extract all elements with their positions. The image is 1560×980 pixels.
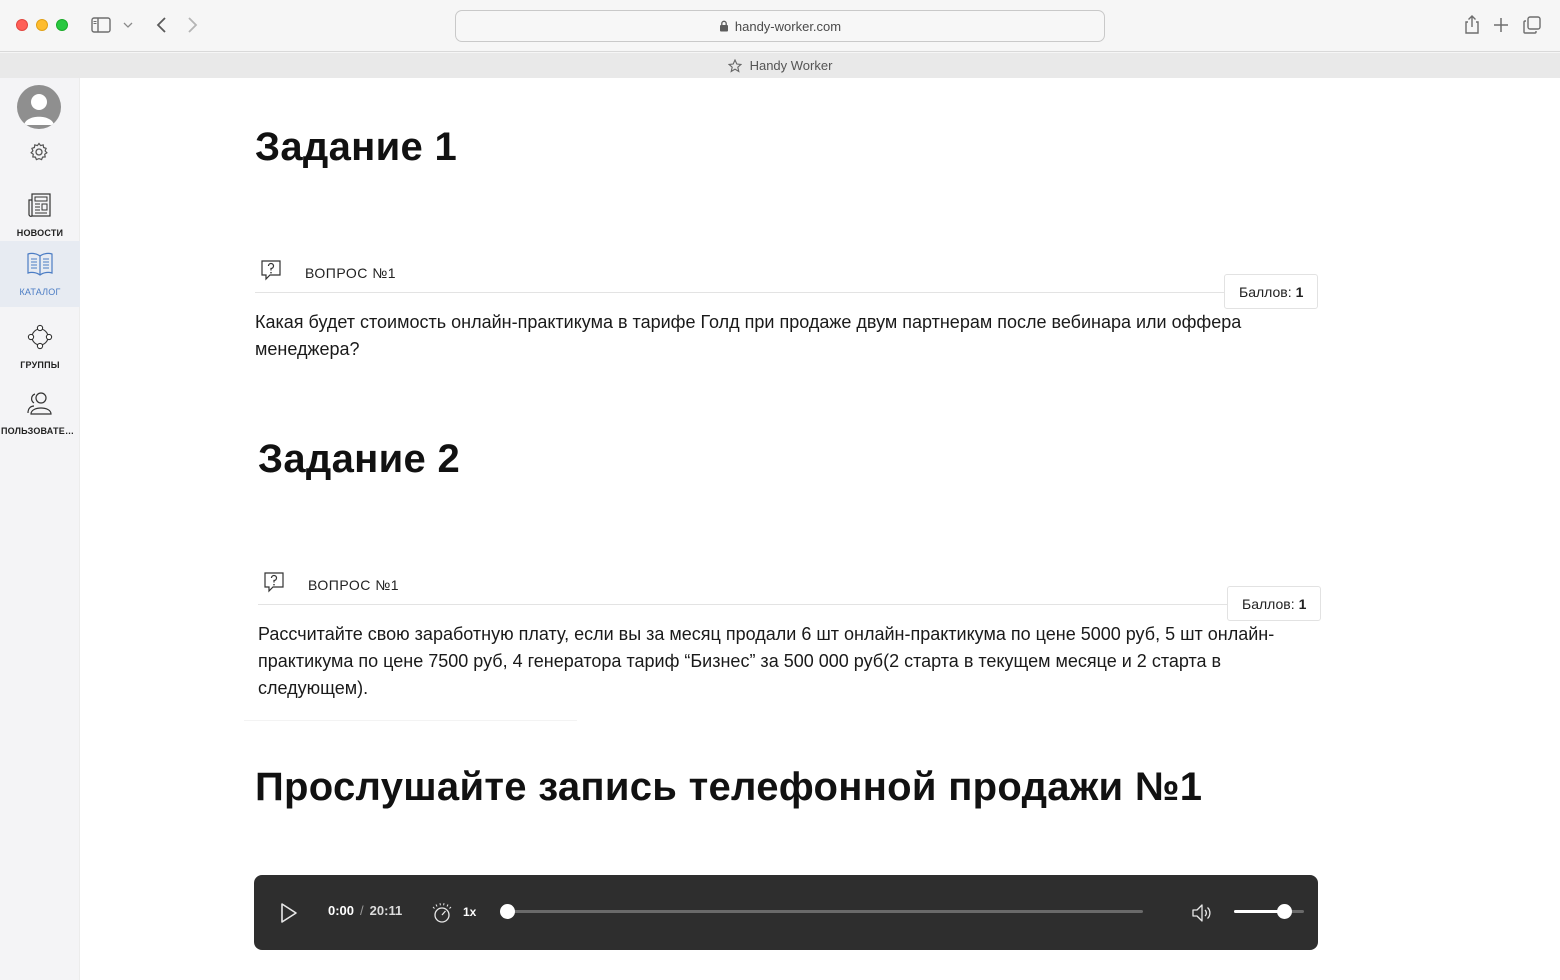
maximize-window-button[interactable] [56, 19, 68, 31]
browser-toolbar: handy-worker.com [0, 0, 1560, 52]
time-display: 0:00 / 20:11 [328, 903, 402, 918]
divider [244, 720, 577, 721]
points-value: 1 [1295, 283, 1304, 300]
speedometer-icon[interactable] [430, 901, 454, 925]
points-badge: Баллов: 1 [1227, 586, 1322, 621]
points-label: Баллов: [1239, 283, 1292, 300]
section-title: Прослушайте запись телефонной продажи №1 [255, 765, 1203, 809]
volume-slider[interactable] [1234, 904, 1304, 919]
tab-title: Handy Worker [749, 58, 833, 73]
app-sidebar: НОВОСТИ КАТАЛОГ ГРУППЫ ПОЛЬЗОВАТЕЛ... [0, 78, 80, 980]
divider [255, 292, 1318, 293]
share-icon[interactable] [1461, 14, 1483, 36]
chevron-down-icon[interactable] [120, 14, 136, 36]
duration: 20:11 [369, 903, 403, 918]
volume-handle[interactable] [1277, 904, 1293, 919]
time-separator: / [360, 903, 364, 918]
question-header: ВОПРОС №1 [262, 570, 399, 599]
browser-chrome: handy-worker.com Handy Worker [0, 0, 1560, 78]
avatar[interactable] [17, 85, 61, 129]
star-icon [727, 58, 742, 73]
audio-player: 0:00 / 20:11 1x [254, 875, 1318, 950]
sidebar-item-groups[interactable]: ГРУППЫ [0, 314, 80, 380]
users-icon [26, 390, 54, 421]
question-label: ВОПРОС №1 [308, 576, 400, 593]
tab-overview-icon[interactable] [1521, 14, 1543, 36]
question-icon [259, 258, 283, 287]
gear-icon[interactable] [28, 141, 50, 163]
sidebar-item-users[interactable]: ПОЛЬЗОВАТЕЛ... [0, 380, 80, 446]
forward-arrow-icon[interactable] [182, 14, 204, 36]
task-title: Задание 1 [255, 125, 457, 169]
question-label: ВОПРОС №1 [305, 264, 397, 281]
tab-strip[interactable]: Handy Worker [0, 53, 1560, 78]
group-icon [26, 324, 54, 355]
question-icon [262, 570, 286, 599]
question-text: Какая будет стоимость онлайн-практикума … [255, 312, 1242, 359]
playback-speed[interactable]: 1x [463, 905, 476, 919]
progress-bar[interactable] [500, 904, 1143, 919]
divider [258, 604, 1321, 605]
url-text: handy-worker.com [734, 18, 842, 34]
minimize-window-button[interactable] [36, 19, 48, 31]
volume-icon[interactable] [1190, 901, 1214, 925]
sidebar-item-label: НОВОСТИ [16, 228, 64, 238]
sidebar-item-label: ГРУППЫ [20, 360, 60, 370]
new-tab-icon[interactable] [1490, 14, 1512, 36]
sidebar-item-label: ПОЛЬЗОВАТЕЛ... [1, 426, 79, 436]
question-header: ВОПРОС №1 [259, 258, 396, 287]
points-badge: Баллов: 1 [1224, 274, 1319, 309]
sidebar-item-catalog[interactable]: КАТАЛОГ [0, 241, 80, 307]
back-arrow-icon[interactable] [150, 14, 172, 36]
task-title: Задание 2 [258, 437, 460, 481]
points-value: 1 [1298, 595, 1307, 612]
book-icon [26, 251, 54, 282]
progress-handle[interactable] [500, 904, 515, 919]
lock-icon [719, 20, 728, 32]
sidebar-toggle-icon[interactable] [90, 14, 112, 36]
sidebar-item-label: КАТАЛОГ [19, 287, 61, 297]
address-bar[interactable]: handy-worker.com [455, 10, 1105, 42]
question-text: Рассчитайте свою заработную плату, если … [258, 624, 1275, 698]
play-button[interactable] [276, 901, 300, 925]
points-label: Баллов: [1242, 595, 1295, 612]
newspaper-icon [27, 192, 53, 223]
close-window-button[interactable] [16, 19, 28, 31]
sidebar-item-news[interactable]: НОВОСТИ [0, 182, 80, 248]
current-time: 0:00 [328, 903, 355, 918]
